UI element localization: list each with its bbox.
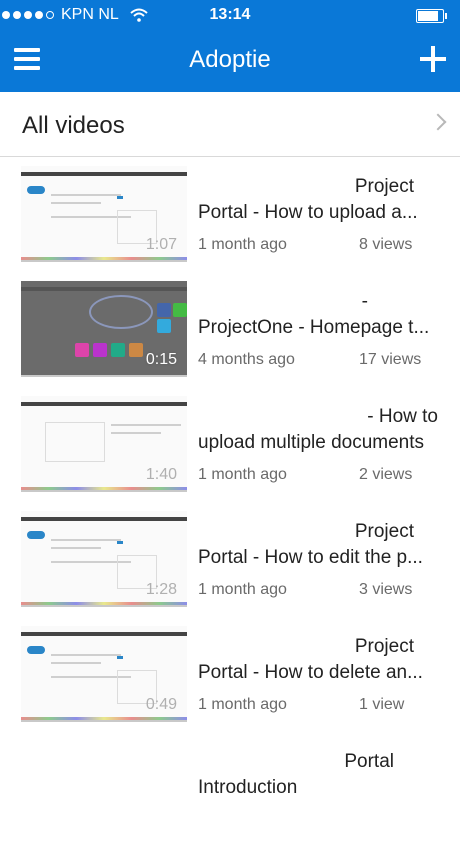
video-thumbnail: 0:15	[21, 281, 187, 377]
video-title-line2: Introduction	[198, 777, 298, 798]
video-thumbnail: 1:07	[21, 166, 187, 262]
video-item[interactable]: 1:28 Project Portal - How to edit the p.…	[0, 511, 460, 626]
video-age: 1 month ago	[198, 236, 287, 253]
video-thumbnail: 0:49	[21, 626, 187, 722]
video-item[interactable]: 0:49 Project Portal - How to delete an..…	[0, 626, 460, 741]
video-duration: 1:28	[145, 581, 177, 598]
video-age: 1 month ago	[198, 581, 287, 598]
video-duration: 0:15	[145, 351, 177, 368]
video-thumbnail: 1:28	[21, 511, 187, 607]
video-item[interactable]: 0:15 - ProjectOne - Homepage t... 4 mont…	[0, 281, 460, 396]
app-header: KPN NL 13:14 Adoptie	[0, 0, 460, 92]
video-title-line2: ProjectOne - Homepage t...	[198, 317, 430, 338]
video-duration: 1:40	[145, 466, 177, 483]
video-title-line2: upload multiple documents	[198, 432, 425, 453]
video-title-line1: Portal	[344, 751, 394, 772]
video-duration: 0:49	[145, 696, 177, 713]
video-views: 1 view	[359, 696, 405, 713]
video-title-line2: Portal - How to edit the p...	[198, 547, 423, 568]
video-title-line1: Project	[354, 636, 414, 657]
video-title-line1: Project	[354, 521, 414, 542]
video-title-line2: Portal - How to upload a...	[198, 202, 418, 223]
all-videos-row[interactable]: All videos	[0, 92, 460, 157]
add-video-button[interactable]	[420, 46, 446, 72]
video-views: 8 views	[359, 236, 413, 253]
video-item[interactable]: 1:40 - How to upload multiple documents …	[0, 396, 460, 511]
video-item[interactable]: 1:07 Project Portal - How to upload a...…	[0, 166, 460, 281]
status-bar: KPN NL 13:14	[0, 0, 460, 30]
video-item[interactable]: Portal Introduction	[0, 741, 460, 856]
chevron-right-icon	[429, 113, 447, 131]
video-views: 2 views	[359, 466, 413, 483]
video-title-line2: Portal - How to delete an...	[198, 662, 423, 683]
video-title-line1: Project	[354, 176, 414, 197]
video-age: 4 months ago	[198, 351, 295, 368]
battery-icon	[416, 9, 447, 23]
section-label: All videos	[22, 112, 125, 139]
video-age: 1 month ago	[198, 466, 287, 483]
video-duration: 1:07	[145, 236, 177, 253]
video-list: 1:07 Project Portal - How to upload a...…	[0, 166, 460, 856]
video-title-line1: - How to	[367, 406, 438, 427]
page-title: Adoptie	[189, 46, 271, 73]
status-time: 13:14	[209, 6, 251, 23]
video-thumbnail	[21, 741, 187, 835]
video-views: 17 views	[359, 351, 422, 368]
video-title-line1: -	[361, 291, 368, 312]
video-views: 3 views	[359, 581, 413, 598]
video-age: 1 month ago	[198, 696, 287, 713]
video-thumbnail: 1:40	[21, 396, 187, 492]
